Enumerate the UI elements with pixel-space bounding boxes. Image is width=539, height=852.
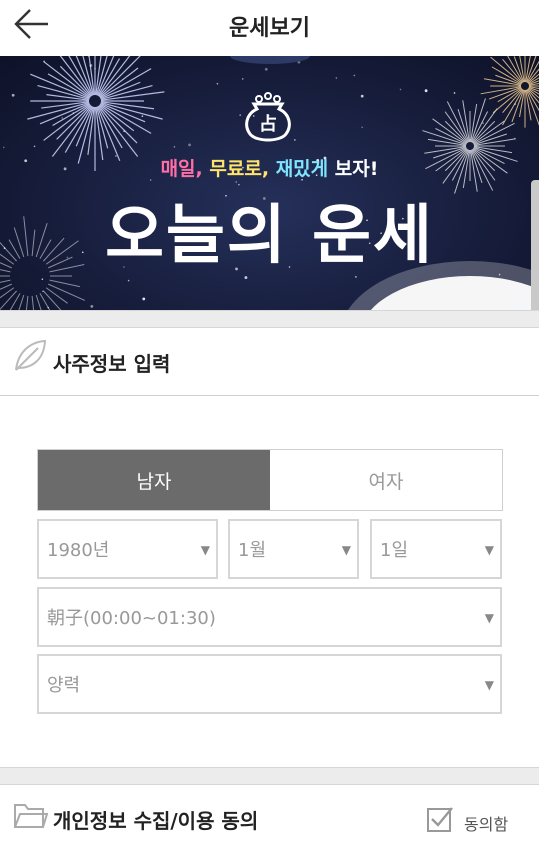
agree-label[interactable]: 동의함 (464, 811, 508, 835)
gender-female-tab[interactable]: 여자 (270, 450, 502, 510)
gender-male-tab[interactable]: 남자 (38, 450, 270, 510)
year-value: 1980년 (47, 540, 110, 561)
saju-form: 남자 여자 1980년 ▼ 1월 ▼ 1일 ▼ 朝子(00:00~01:30) … (0, 397, 539, 767)
calendar-type-value: 양력 (47, 675, 81, 696)
tagline-see: 보자! (334, 158, 379, 180)
section-divider (0, 767, 539, 785)
fortune-pouch-icon: 占 (245, 92, 291, 142)
page-title: 운세보기 (229, 16, 310, 41)
banner-tagline: 매일, 무료로, 재밌게 보자! (0, 154, 539, 181)
calendar-type-select[interactable]: 양력 ▼ (37, 654, 502, 714)
gender-toggle: 남자 여자 (37, 449, 503, 511)
consent-row: 개인정보 수집/이용 동의 동의함 (0, 785, 539, 852)
triangle-down-icon: ▼ (484, 678, 494, 692)
logo-glyph: 占 (259, 113, 277, 135)
consent-section-title: 개인정보 수집/이용 동의 (53, 809, 259, 833)
tagline-daily: 매일, (160, 158, 203, 180)
year-select[interactable]: 1980년 ▼ (37, 519, 218, 579)
tagline-fun: 재밌게 (275, 158, 329, 180)
triangle-down-icon: ▼ (484, 543, 494, 557)
section-divider (0, 310, 539, 328)
birth-time-select[interactable]: 朝子(00:00~01:30) ▼ (37, 587, 502, 647)
day-value: 1일 (380, 540, 409, 561)
triangle-down-icon: ▼ (200, 543, 210, 557)
leaf-icon (15, 339, 47, 371)
banner-headline: 오늘의 운세 (105, 199, 434, 273)
saju-section-title: 사주정보 입력 (53, 352, 171, 376)
birth-time-value: 朝子(00:00~01:30) (47, 608, 216, 629)
checkbox-icon[interactable] (426, 805, 454, 833)
triangle-down-icon: ▼ (484, 611, 494, 625)
saju-section-header: 사주정보 입력 (0, 328, 539, 396)
fortune-banner[interactable]: 占 매일, 무료로, 재밌게 보자! 오늘의 운세 (0, 56, 539, 310)
day-select[interactable]: 1일 ▼ (370, 519, 502, 579)
month-select[interactable]: 1월 ▼ (228, 519, 359, 579)
month-value: 1월 (238, 540, 267, 561)
tagline-free: 무료로, (209, 158, 270, 180)
app-header: 운세보기 (0, 0, 539, 56)
triangle-down-icon: ▼ (341, 543, 351, 557)
folder-icon (14, 804, 48, 828)
